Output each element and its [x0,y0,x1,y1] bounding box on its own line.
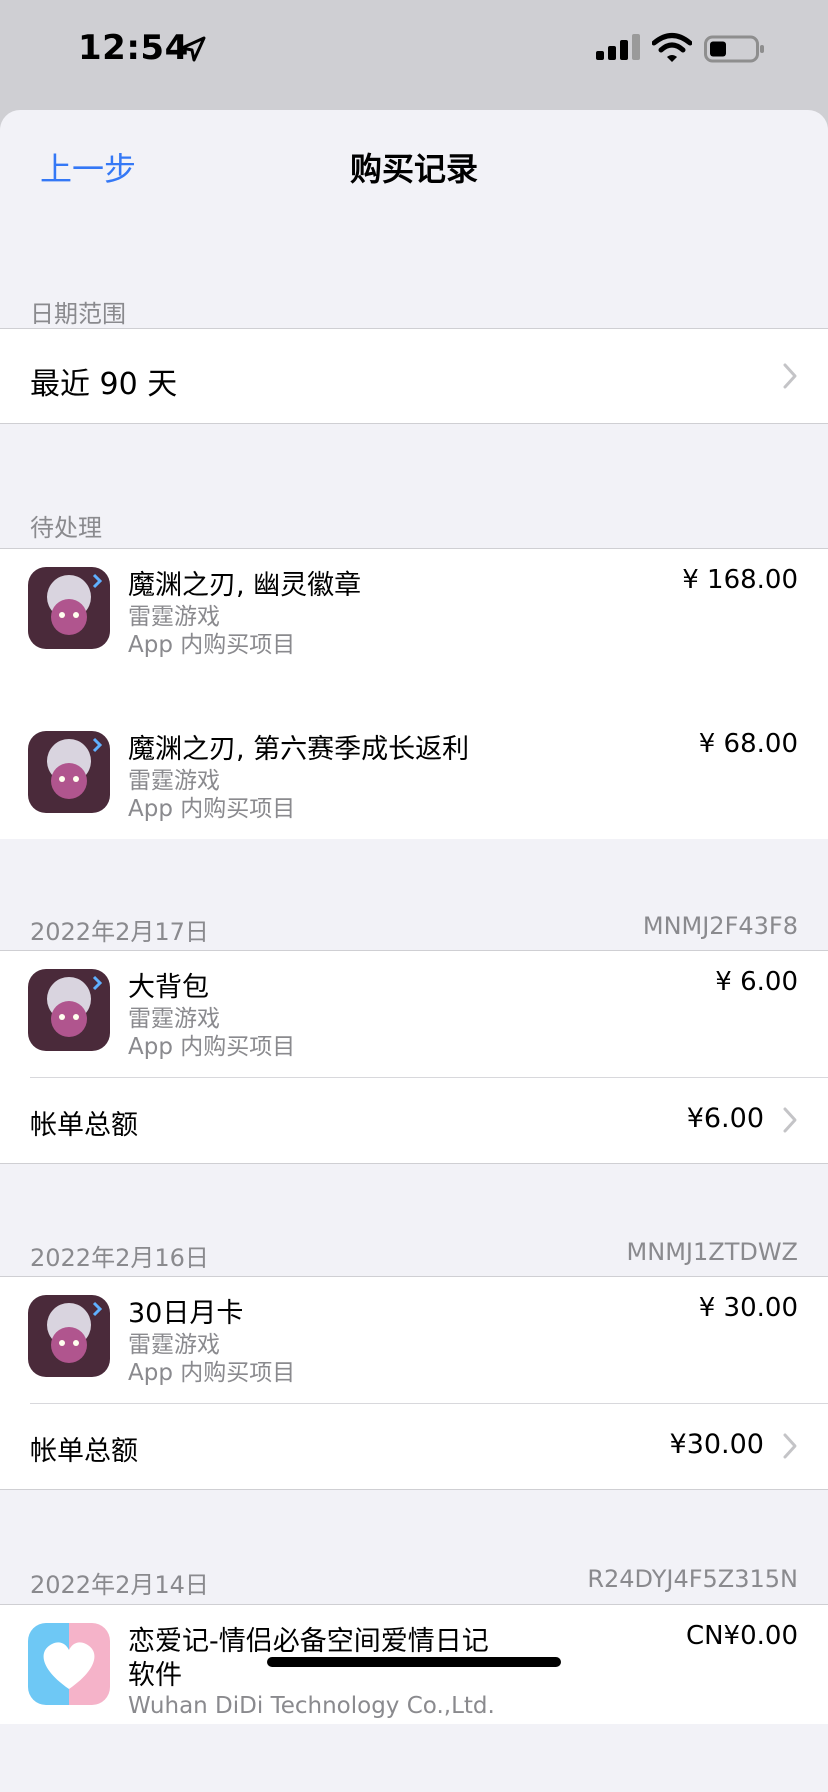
cellular-signal-icon [596,34,640,60]
list-item[interactable]: 30日月卡 雷霆游戏 App 内购买项目 ¥ 30.00 [0,1277,828,1403]
order-group: 大背包 雷霆游戏 App 内购买项目 ¥ 6.00 帐单总额 ¥6.00 [0,950,828,1164]
bottom-bar [0,1724,828,1792]
order-date: 2022年2月17日 [30,918,209,946]
game-icon [28,731,110,813]
purchase-history-sheet: 上一步 购买记录 日期范围 最近 90 天 待处理 魔渊之刃, 幽灵徽章 雷霆游… [0,110,828,1792]
item-type: App 内购买项目 [128,796,296,822]
item-price: ¥ 68.00 [698,729,798,759]
bill-total-row[interactable]: 帐单总额 ¥6.00 [0,1077,828,1163]
battery-icon [704,35,764,63]
bill-total-row[interactable]: 帐单总额 ¥30.00 [0,1403,828,1489]
order-date: 2022年2月16日 [30,1244,209,1272]
list-item[interactable]: 魔渊之刃, 第六赛季成长返利 雷霆游戏 App 内购买项目 ¥ 68.00 [0,713,828,839]
heart-app-icon [28,1623,110,1705]
chevron-right-icon [782,362,798,390]
list-item[interactable]: 魔渊之刃, 幽灵徽章 雷霆游戏 App 内购买项目 ¥ 168.00 [0,549,828,713]
list-item[interactable]: 大背包 雷霆游戏 App 内购买项目 ¥ 6.00 [0,951,828,1077]
item-type: App 内购买项目 [128,1360,296,1386]
item-price: CN¥0.00 [685,1621,798,1651]
date-range-group: 最近 90 天 [0,328,828,424]
order-id: MNMJ2F43F8 [642,912,798,940]
home-indicator[interactable] [267,1657,561,1667]
item-price: ¥ 30.00 [698,1293,798,1323]
game-icon [28,969,110,1051]
status-bar: 12:54 [0,0,828,110]
item-type: App 内购买项目 [128,632,296,658]
wifi-icon [652,33,692,62]
bill-total-label: 帐单总额 [30,1110,138,1141]
item-price: ¥ 168.00 [682,565,798,595]
nav-bar: 上一步 购买记录 [0,110,828,220]
bill-total-value: ¥6.00 [686,1103,764,1134]
location-arrow-icon [180,36,206,62]
item-title-line2: 软件 [128,1660,182,1691]
item-type: App 内购买项目 [128,1034,296,1060]
game-icon [28,1295,110,1377]
chevron-right-icon [782,1432,798,1460]
bill-total-value: ¥30.00 [669,1429,764,1460]
order-date: 2022年2月14日 [30,1571,209,1599]
order-id: R24DYJ4F5Z315N [587,1565,798,1593]
game-icon [28,567,110,649]
chevron-right-icon [782,1106,798,1134]
order-id: MNMJ1ZTDWZ [626,1238,798,1266]
item-developer: Wuhan DiDi Technology Co.,Ltd. [128,1693,495,1719]
page-title: 购买记录 [349,150,478,188]
date-range-row[interactable]: 最近 90 天 [0,329,828,423]
date-range-value: 最近 90 天 [30,367,178,402]
pending-header: 待处理 [30,514,102,542]
order-group: 30日月卡 雷霆游戏 App 内购买项目 ¥ 30.00 帐单总额 ¥30.00 [0,1276,828,1490]
bill-total-label: 帐单总额 [30,1436,138,1467]
date-range-header: 日期范围 [30,300,126,328]
status-time: 12:54 [78,28,189,68]
item-price: ¥ 6.00 [715,967,798,997]
item-title-line1: 恋爱记-情侣必备空间爱情日记 [128,1626,489,1657]
pending-group: 魔渊之刃, 幽灵徽章 雷霆游戏 App 内购买项目 ¥ 168.00 魔渊之刃,… [0,548,828,839]
